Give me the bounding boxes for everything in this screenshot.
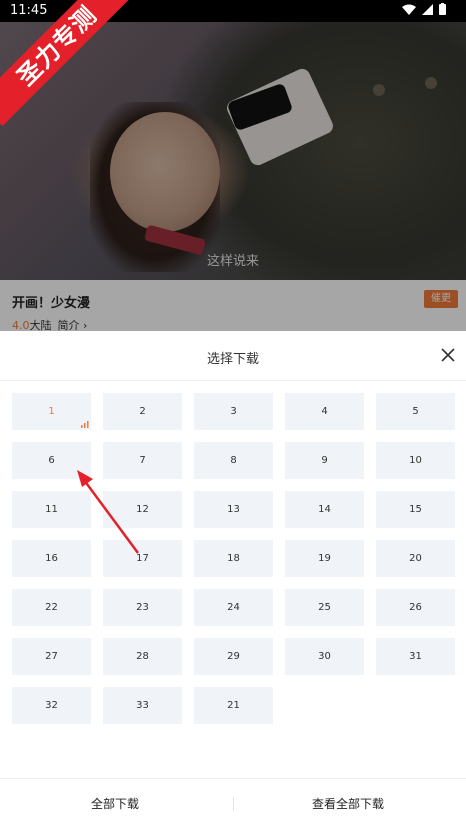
episode-number: 5	[412, 406, 419, 417]
battery-icon	[439, 3, 446, 15]
episode-cell[interactable]: 21	[194, 687, 273, 724]
sheet-title: 选择下载	[206, 352, 259, 367]
episode-number: 13	[227, 504, 240, 515]
episode-cell[interactable]: 16	[12, 540, 91, 577]
episode-cell[interactable]: 24	[194, 589, 273, 626]
episode-cell[interactable]: 27	[12, 638, 91, 675]
episode-cell[interactable]: 29	[194, 638, 273, 675]
close-icon[interactable]	[440, 347, 456, 363]
divider	[0, 380, 466, 381]
episode-number: 26	[409, 602, 422, 613]
episode-cell[interactable]: 25	[285, 589, 364, 626]
episode-cell[interactable]: 6	[12, 442, 91, 479]
episode-cell[interactable]: 20	[376, 540, 455, 577]
divider	[233, 797, 234, 811]
episode-cell[interactable]: 14	[285, 491, 364, 528]
episode-number: 22	[45, 602, 58, 613]
episode-cell[interactable]: 18	[194, 540, 273, 577]
episode-number: 6	[48, 455, 55, 466]
episode-number: 3	[230, 406, 237, 417]
episode-number: 10	[409, 455, 422, 466]
episode-number: 32	[45, 700, 58, 711]
episode-cell[interactable]: 2	[103, 393, 182, 430]
download-all-button[interactable]: 全部下载	[91, 795, 139, 812]
episode-number: 24	[227, 602, 240, 613]
episode-number: 29	[227, 651, 240, 662]
episode-number: 11	[45, 504, 58, 515]
episode-cell[interactable]: 19	[285, 540, 364, 577]
episode-cell[interactable]: 11	[12, 491, 91, 528]
episode-cell[interactable]: 5	[376, 393, 455, 430]
episode-cell[interactable]: 4	[285, 393, 364, 430]
episode-cell[interactable]: 12	[103, 491, 182, 528]
episode-number: 31	[409, 651, 422, 662]
episode-cell[interactable]: 10	[376, 442, 455, 479]
episode-number: 14	[318, 504, 331, 515]
episode-number: 19	[318, 553, 331, 564]
episode-number: 15	[409, 504, 422, 515]
episode-number: 33	[136, 700, 149, 711]
status-icons	[402, 3, 446, 15]
episode-cell[interactable]: 31	[376, 638, 455, 675]
episode-cell[interactable]: 22	[12, 589, 91, 626]
episode-number: 20	[409, 553, 422, 564]
episode-number: 16	[45, 553, 58, 564]
signal-icon	[422, 3, 433, 15]
episode-cell[interactable]: 3	[194, 393, 273, 430]
episode-number: 4	[321, 406, 328, 417]
playing-bars-icon	[81, 421, 89, 428]
episode-number: 28	[136, 651, 149, 662]
status-time: 11:45	[10, 3, 48, 18]
episode-cell[interactable]: 33	[103, 687, 182, 724]
episode-cell[interactable]: 23	[103, 589, 182, 626]
episode-cell[interactable]: 8	[194, 442, 273, 479]
sheet-bottom-bar: 全部下载 查看全部下载	[0, 778, 466, 829]
view-all-downloads-button[interactable]: 查看全部下载	[312, 795, 384, 812]
episode-cell[interactable]: 7	[103, 442, 182, 479]
episode-cell[interactable]: 15	[376, 491, 455, 528]
episode-cell[interactable]: 32	[12, 687, 91, 724]
episode-number: 17	[136, 553, 149, 564]
episode-number: 21	[227, 700, 240, 711]
episode-cell[interactable]: 9	[285, 442, 364, 479]
download-sheet: 选择下载 1 2 3 4 5 6 7 8 9 10 11 12 13 14 15 16 17 18 19 20 22 23…	[0, 331, 466, 828]
episode-number: 23	[136, 602, 149, 613]
episode-number: 25	[318, 602, 331, 613]
episode-number: 27	[45, 651, 58, 662]
episode-number: 8	[230, 455, 237, 466]
episode-cell[interactable]: 26	[376, 589, 455, 626]
episode-number: 12	[136, 504, 149, 515]
episode-number: 18	[227, 553, 240, 564]
episode-cell[interactable]: 1	[12, 393, 91, 430]
episode-cell[interactable]: 17	[103, 540, 182, 577]
episode-cell[interactable]: 13	[194, 491, 273, 528]
episode-cell[interactable]: 28	[103, 638, 182, 675]
episode-number: 2	[139, 406, 146, 417]
episode-cell[interactable]: 30	[285, 638, 364, 675]
episode-number: 9	[321, 455, 328, 466]
episode-number: 7	[139, 455, 146, 466]
episode-number: 1	[48, 406, 55, 417]
episode-number: 30	[318, 651, 331, 662]
wifi-icon	[402, 4, 416, 15]
